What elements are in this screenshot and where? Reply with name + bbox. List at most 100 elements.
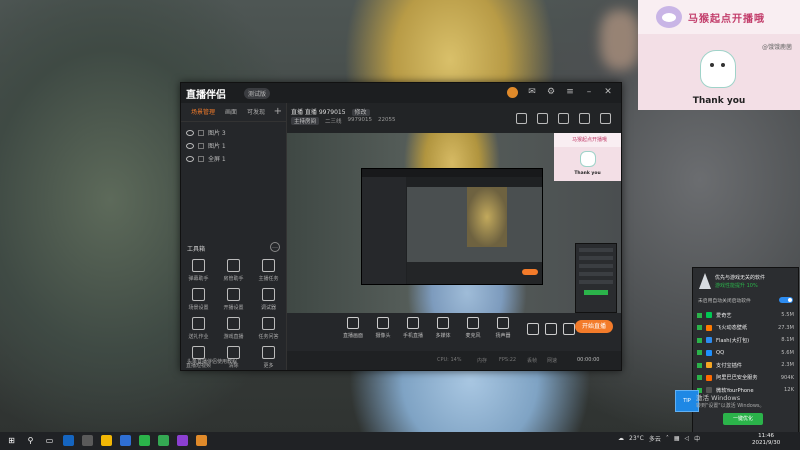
tool-room-admin[interactable]: 房管助手 <box>216 259 251 282</box>
list-item[interactable]: QQ 5.6M <box>693 347 798 360</box>
tool-label: 房管助手 <box>223 276 244 282</box>
phone-mirror-icon[interactable] <box>527 323 539 335</box>
tray-arrow-icon[interactable]: ˄ <box>666 435 669 442</box>
layer-item[interactable]: 图片 3 <box>181 126 286 139</box>
tab-discoverable[interactable]: 可发现 <box>247 107 265 117</box>
minimize-icon[interactable]: – <box>584 87 594 97</box>
clock[interactable]: 11:46 2021/9/30 <box>752 433 780 447</box>
source-media[interactable]: 多媒体 <box>433 317 453 339</box>
layer-item[interactable]: 图片 1 <box>181 139 286 152</box>
tool-quiz[interactable]: 任务问答 <box>251 317 286 340</box>
app-icon-purple[interactable] <box>177 435 188 446</box>
source-label: 直播画面 <box>343 333 364 339</box>
app-version-badge[interactable]: 测试版 <box>244 88 271 99</box>
chrome-icon[interactable] <box>158 435 169 446</box>
checkbox[interactable] <box>697 325 702 331</box>
app-icon <box>706 362 712 369</box>
stream-preview[interactable]: 马猴起点开播哦 Thank you <box>287 133 621 313</box>
checkbox[interactable] <box>697 375 702 381</box>
tab-canvas[interactable]: 画面 <box>225 107 237 117</box>
tool-scene-settings[interactable]: 场景设置 <box>181 288 216 311</box>
tool-danmu[interactable]: 弹幕助手 <box>181 259 216 282</box>
tutorial-link[interactable]: 头条直播伴侣使用教程 <box>187 358 237 365</box>
wechat-icon[interactable] <box>139 435 150 446</box>
close-icon[interactable]: ✕ <box>603 87 613 97</box>
ime-indicator[interactable]: 中 <box>694 434 700 443</box>
eye-icon[interactable] <box>186 142 194 149</box>
bell-icon[interactable] <box>579 113 590 124</box>
list-item[interactable]: Flash(大打包) 8.1M <box>693 334 798 347</box>
live-companion-taskbar-icon[interactable] <box>196 435 207 446</box>
app-icon <box>706 374 712 381</box>
search-icon[interactable]: ⚲ <box>25 435 36 446</box>
source-speaker[interactable]: 扬声器 <box>493 317 513 339</box>
eye-icon[interactable] <box>186 129 194 136</box>
lock-icon[interactable] <box>198 155 204 162</box>
tool-debugger[interactable]: 调试器 <box>251 288 286 311</box>
source-camera[interactable]: 摄像头 <box>373 317 393 339</box>
store-icon[interactable] <box>120 435 131 446</box>
tool-more[interactable]: 更多 <box>251 346 286 369</box>
lock-icon[interactable] <box>558 113 569 124</box>
clock-time: 11:46 <box>758 433 775 439</box>
toolbox-more-icon[interactable]: … <box>270 242 280 252</box>
tab-scene-management[interactable]: 场景管理 <box>191 107 215 117</box>
checkbox[interactable] <box>697 337 702 343</box>
windows-start-icon[interactable]: ⊞ <box>6 435 17 446</box>
edit-room-button[interactable]: 修改 <box>351 109 370 116</box>
tool-game-stream[interactable]: 游戏直播 <box>216 317 251 340</box>
gift-icon[interactable]: ✉ <box>527 87 537 97</box>
volume-icon[interactable]: ◁ <box>685 435 690 442</box>
weather-temp[interactable]: 23°C <box>629 435 644 442</box>
main-area: 直播 直播 9979015 修改 主持房间 二三线 9979015 22055 <box>287 103 621 370</box>
app-name: 支付宝插件 <box>716 362 742 369</box>
checkbox[interactable] <box>697 350 702 356</box>
menu-icon[interactable]: ≡ <box>565 87 575 97</box>
share-icon[interactable] <box>600 113 611 124</box>
network-icon[interactable]: ▦ <box>674 435 680 442</box>
tool-stream-settings[interactable]: 开播设置 <box>216 288 251 311</box>
app-icon <box>706 349 712 356</box>
eye-icon[interactable] <box>186 155 194 162</box>
stream-overlay-card: 马猴起点开播哦 @饿饿鹿菌 Thank you <box>638 0 800 110</box>
mini-ghost-icon <box>580 151 596 167</box>
checkbox[interactable] <box>697 362 702 368</box>
tool-anchor-task[interactable]: 主播任务 <box>251 259 286 282</box>
source-phone[interactable]: 手机直播 <box>403 317 423 339</box>
list-item[interactable]: 支付宝插件 2.3M <box>693 359 798 372</box>
source-label: 扬声器 <box>495 333 511 339</box>
cloud-icon: ☁ <box>618 435 624 442</box>
add-source-icon[interactable]: + <box>274 106 282 117</box>
room-badge[interactable]: 主持房间 <box>291 117 320 125</box>
settings-icon[interactable]: ⚙ <box>546 87 556 97</box>
auto-close-toggle[interactable] <box>779 297 793 303</box>
eye-icon[interactable] <box>545 323 557 335</box>
list-item[interactable]: 飞火动态壁纸 27.3M <box>693 322 798 335</box>
source-screen-capture[interactable]: 直播画面 <box>343 317 363 339</box>
tool-gift[interactable]: 送礼作业 <box>181 317 216 340</box>
settings-icon[interactable] <box>563 323 575 335</box>
user-avatar[interactable] <box>507 87 518 98</box>
source-microphone[interactable]: 麦克风 <box>463 317 483 339</box>
start-stream-button[interactable]: 开始直播 <box>575 320 613 333</box>
mini-thank: Thank you <box>574 171 601 176</box>
gift-box-icon[interactable] <box>516 113 527 124</box>
checkbox[interactable] <box>697 312 702 318</box>
file-explorer-icon[interactable] <box>101 435 112 446</box>
list-item[interactable]: 爱奇艺 5.5M <box>693 309 798 322</box>
room-id: 9979015 <box>318 109 346 116</box>
optimize-button[interactable]: 一键优化 <box>723 413 763 425</box>
tool-icon <box>227 288 240 301</box>
layer-item[interactable]: 全屏 1 <box>181 152 286 165</box>
copy-icon[interactable] <box>537 113 548 124</box>
microphone-icon <box>467 317 479 329</box>
status-mem: 内存 <box>477 358 488 364</box>
app-icon[interactable] <box>82 435 93 446</box>
list-item[interactable]: 阿里巴巴安全服务 904K <box>693 372 798 385</box>
task-view-icon[interactable]: ▭ <box>44 435 55 446</box>
edge-icon[interactable] <box>63 435 74 446</box>
overlay-thank-text: Thank you <box>692 96 746 106</box>
lock-icon[interactable] <box>198 129 204 136</box>
lock-icon[interactable] <box>198 142 204 149</box>
app-name: QQ <box>716 349 725 356</box>
